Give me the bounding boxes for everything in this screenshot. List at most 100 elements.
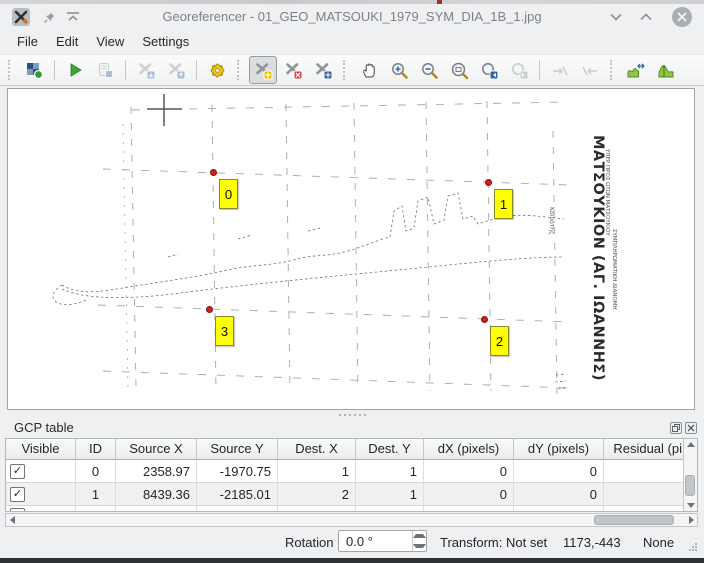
cell-id[interactable]: 0 <box>76 460 116 483</box>
rotation-spinbox[interactable] <box>338 530 427 552</box>
cell-residual[interactable] <box>604 483 684 506</box>
gdal-script-button[interactable] <box>91 56 119 84</box>
triangle-up-icon <box>413 534 426 538</box>
map-scan-note: Κοινότης <box>548 207 555 235</box>
menu-settings[interactable]: Settings <box>133 31 198 52</box>
histogram-stretch-local-button[interactable] <box>622 56 650 84</box>
gcp-label-2-text: 2 <box>496 334 503 349</box>
cell-dx[interactable]: 0 <box>424 483 514 506</box>
vertical-scroll-thumb[interactable] <box>685 475 695 496</box>
close-button[interactable] <box>672 7 692 27</box>
gcp-marker-0[interactable] <box>210 169 217 176</box>
table-horizontal-scrollbar[interactable] <box>5 513 698 527</box>
cursor-coordinates: 1173,-443 <box>563 535 621 550</box>
title-bar: Georeferencer - 01_GEO_MATSOUKI_1979_SYM… <box>0 4 704 30</box>
spin-down-button[interactable] <box>413 541 426 551</box>
visible-checkbox[interactable] <box>10 508 25 512</box>
cell-source-x[interactable]: 2358.97 <box>116 460 197 483</box>
checkmark-icon: ✓ <box>13 489 22 500</box>
cell-residual[interactable] <box>604 460 684 483</box>
cell-source-x[interactable]: 8439.36 <box>116 483 197 506</box>
minimize-button[interactable] <box>606 7 626 27</box>
cell-source-y[interactable]: -1970.75 <box>197 460 278 483</box>
resize-grip[interactable] <box>688 542 698 552</box>
rotation-label: Rotation <box>285 535 333 550</box>
cell-dest-y[interactable]: 1 <box>356 483 424 506</box>
zoom-in-button[interactable] <box>385 56 413 84</box>
gcp-marker-3[interactable] <box>206 306 213 313</box>
open-raster-button[interactable] <box>20 56 48 84</box>
start-georeferencing-button[interactable] <box>61 56 89 84</box>
panel-float-button[interactable] <box>670 422 682 434</box>
gcp-label-0[interactable]: 0 <box>219 179 238 209</box>
toolbar-handle[interactable] <box>343 60 349 80</box>
column-header-residual: Residual (pi <box>604 439 684 460</box>
map-canvas[interactable]: ΜΑΤΣΟΥΚΙΟΝ (ΑΓ. ΙΩΑΝΝΗΣ) ΥΠΕΡ ΠΡΟΣ ΩΤΩΝ … <box>7 88 695 410</box>
scroll-right-button[interactable] <box>685 514 697 526</box>
georeferencer-window: { "window": { "title": "Georeferencer - … <box>0 0 704 563</box>
cell-dest-x[interactable]: 1 <box>278 460 356 483</box>
rotation-spin-buttons <box>412 531 426 551</box>
zoom-out-button[interactable] <box>415 56 443 84</box>
cell-visible[interactable]: ✓ <box>6 460 76 483</box>
zoom-next-button[interactable] <box>505 56 533 84</box>
gcp-label-1[interactable]: 1 <box>494 189 513 219</box>
column-header-source-y: Source Y <box>197 439 278 460</box>
add-point-button[interactable] <box>249 56 277 84</box>
cell-dy[interactable]: 0 <box>514 460 604 483</box>
load-gcp-points-button[interactable] <box>132 56 160 84</box>
menu-view[interactable]: View <box>87 31 133 52</box>
window-bottom-border <box>0 558 704 563</box>
menu-bar: File Edit View Settings <box>0 28 704 54</box>
scroll-left-button[interactable] <box>6 514 18 526</box>
delete-point-button[interactable] <box>279 56 307 84</box>
table-row-partial <box>6 506 684 512</box>
cell-dest-x[interactable]: 2 <box>278 483 356 506</box>
move-point-button[interactable] <box>309 56 337 84</box>
panel-close-button[interactable] <box>685 422 697 434</box>
cell-source-y[interactable]: -2185.01 <box>197 483 278 506</box>
cell-id[interactable]: 1 <box>76 483 116 506</box>
toolbar-handle[interactable] <box>610 60 616 80</box>
gcp-table: Visible ID Source X Source Y Dest. X Des… <box>5 438 698 512</box>
gcp-label-2[interactable]: 2 <box>490 326 509 356</box>
panel-splitter[interactable] <box>0 412 704 418</box>
horizontal-scroll-thumb[interactable] <box>594 515 674 525</box>
spin-up-button[interactable] <box>413 531 426 541</box>
window-title: Georeferencer - 01_GEO_MATSOUKI_1979_SYM… <box>0 4 704 30</box>
gcp-marker-2[interactable] <box>481 316 488 323</box>
scroll-up-button[interactable] <box>684 439 697 450</box>
cell-dest-y[interactable]: 1 <box>356 460 424 483</box>
cell-visible[interactable] <box>6 506 76 512</box>
cell-dy[interactable]: 0 <box>514 483 604 506</box>
gcp-label-3[interactable]: 3 <box>215 316 234 346</box>
rotation-input[interactable] <box>339 531 412 551</box>
visible-checkbox[interactable]: ✓ <box>10 464 25 479</box>
cell-dx[interactable]: 0 <box>424 460 514 483</box>
histogram-stretch-full-button[interactable] <box>652 56 680 84</box>
triangle-up-icon <box>687 442 695 447</box>
map-sketch <box>53 193 566 389</box>
link-qgis-to-georeferencer-button[interactable] <box>576 56 604 84</box>
zoom-last-button[interactable] <box>475 56 503 84</box>
link-georeferencer-to-qgis-button[interactable] <box>546 56 574 84</box>
gcp-marker-1[interactable] <box>485 179 492 186</box>
save-gcp-points-button[interactable] <box>162 56 190 84</box>
toolbar-handle[interactable] <box>8 60 14 80</box>
menu-edit[interactable]: Edit <box>47 31 87 52</box>
status-bar: Rotation Transform: Not set 1173,-443 No… <box>0 528 704 556</box>
cell-visible[interactable]: ✓ <box>6 483 76 506</box>
triangle-left-icon <box>10 516 15 524</box>
table-vertical-scrollbar[interactable] <box>683 439 697 511</box>
transformation-settings-button[interactable] <box>203 56 231 84</box>
gcp-label-3-text: 3 <box>221 324 228 339</box>
scroll-down-button[interactable] <box>684 500 697 511</box>
column-header-visible: Visible <box>6 439 76 460</box>
menu-file[interactable]: File <box>8 31 47 52</box>
zoom-to-layer-button[interactable] <box>445 56 473 84</box>
pan-tool-button[interactable] <box>355 56 383 84</box>
visible-checkbox[interactable]: ✓ <box>10 487 25 502</box>
maximize-button[interactable] <box>636 7 656 27</box>
toolbar-handle[interactable] <box>237 60 243 80</box>
map-scan-subtitle2: ΣΥΜΠΛΗΡΩΜΑΤΙΚΗ ΔΙΑΝΟΜΗ <box>611 229 617 310</box>
